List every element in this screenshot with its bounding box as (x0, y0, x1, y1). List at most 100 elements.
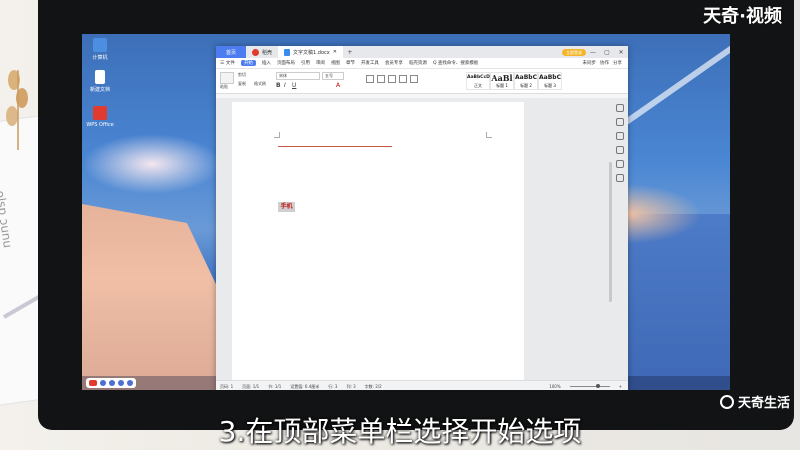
margin-marker (274, 132, 280, 138)
selected-text[interactable]: 手机 (278, 202, 295, 212)
style-preview: AaBl (491, 73, 513, 83)
desktop-icon-wps[interactable]: WPS Office (86, 106, 114, 128)
docer-icon (252, 48, 259, 56)
underline-button[interactable]: U (292, 82, 296, 89)
status-page: 页码: 1 (220, 383, 234, 389)
style-preview: AaBbCcDd (467, 75, 494, 80)
menu-developer[interactable]: 开发工具 (361, 60, 379, 66)
layers-icon[interactable] (616, 132, 624, 140)
style-name: 正文 (474, 83, 482, 88)
font-color-button[interactable]: A (336, 82, 340, 89)
taskbar-tray[interactable] (86, 378, 136, 388)
zoom-in-icon[interactable]: + (619, 384, 628, 389)
paste-button[interactable]: 粘贴 (220, 84, 228, 90)
menu-references[interactable]: 引用 (301, 60, 310, 66)
sync-status[interactable]: 未同步 (583, 60, 597, 66)
status-row: 行: 3 (328, 383, 338, 389)
zoom-slider[interactable] (569, 384, 610, 388)
tab-document-label: 文字文稿1.docx (293, 49, 330, 56)
status-setting: 设置值: 6.4厘米 (290, 383, 320, 389)
style-preview: AaBbC (539, 74, 561, 81)
style-heading-1[interactable]: AaBl 标题 1 (490, 72, 514, 90)
watermark-logo-icon (719, 394, 734, 409)
document-icon (95, 70, 105, 84)
tray-icon[interactable] (109, 380, 115, 386)
style-heading-2[interactable]: AaBbC 标题 2 (514, 72, 538, 90)
tray-icon[interactable] (127, 380, 133, 386)
menu-right-group: 未同步 协作 分享 (583, 60, 629, 66)
italic-button[interactable]: I (284, 82, 286, 89)
font-size-select[interactable]: 五号 (322, 72, 344, 80)
wps-logo-icon (93, 106, 107, 120)
bold-button[interactable]: B (276, 82, 281, 89)
tray-icon[interactable] (100, 380, 106, 386)
menu-page-layout[interactable]: 页面布局 (277, 60, 295, 66)
minimize-button[interactable]: — (586, 49, 600, 56)
watermark-bottom: 天奇生活 (719, 392, 790, 411)
paper-text: olsp ɔunu (0, 189, 15, 249)
desktop-icon-new-document[interactable]: 新建文档 (86, 70, 114, 93)
close-button[interactable]: ✕ (614, 49, 628, 56)
cut-button[interactable]: 剪切 (238, 72, 246, 78)
zoom-slider-handle[interactable] (595, 384, 600, 388)
style-heading-3[interactable]: AaBbC 标题 3 (538, 72, 562, 90)
format-painter-button[interactable]: 格式刷 (254, 81, 266, 87)
vertical-scrollbar[interactable] (609, 162, 612, 302)
ribbon-toolbar: 粘贴 剪切 复制 格式刷 宋体 五号 B I U A AaBbCcDd 正文 A… (216, 69, 628, 94)
line-spacing-icon[interactable] (410, 75, 418, 83)
image-icon[interactable] (616, 160, 624, 168)
menu-view[interactable]: 视图 (331, 60, 340, 66)
style-preview: AaBbC (515, 74, 537, 81)
command-search[interactable]: Q 查找命令、搜索模板 (433, 60, 478, 66)
desktop-icon-label: 计算机 (92, 55, 108, 61)
style-normal[interactable]: AaBbCcDd 正文 (466, 72, 494, 90)
copy-button[interactable]: 复制 (238, 81, 246, 87)
cursor-icon[interactable] (616, 118, 624, 126)
margin-marker (486, 132, 492, 138)
paste-icon[interactable] (220, 72, 234, 84)
title-bar: 首页 稻壳 文字文稿1.docx ✕ + 立即登录 — ▢ ✕ (216, 46, 628, 58)
sogou-icon[interactable] (89, 380, 97, 386)
computer-icon (93, 38, 107, 52)
menu-bar: 三 文件 开始 插入 页面布局 引用 审阅 视图 章节 开发工具 会员专享 稻壳… (216, 58, 628, 69)
share-button[interactable]: 分享 (613, 60, 622, 66)
menu-member[interactable]: 会员专享 (385, 60, 403, 66)
tab-close-icon[interactable]: ✕ (333, 49, 337, 55)
pen-tool-icon[interactable] (616, 104, 624, 112)
collaborate-button[interactable]: 协作 (600, 60, 609, 66)
zoom-level[interactable]: 100% (549, 384, 560, 389)
tab-home[interactable]: 首页 (216, 46, 246, 58)
status-column: 列: 3 (346, 383, 356, 389)
tray-icon[interactable] (118, 380, 124, 386)
justify-icon[interactable] (399, 75, 407, 83)
status-pages: 页面: 1/1 (242, 383, 260, 389)
video-caption: 3.在顶部菜单栏选择开始选项 (218, 415, 582, 448)
tab-docer[interactable]: 稻壳 (246, 46, 278, 58)
status-word-count[interactable]: 字数: 2/2 (365, 384, 382, 390)
tab-document[interactable]: 文字文稿1.docx ✕ (278, 46, 343, 58)
menu-start[interactable]: 开始 (240, 60, 256, 66)
settings-icon[interactable] (616, 174, 624, 182)
tab-home-label: 首页 (225, 49, 236, 56)
menu-file[interactable]: 三 文件 (220, 60, 235, 66)
paragraph-tools (366, 75, 456, 85)
watermark-top: 天奇·视频 (703, 6, 782, 27)
menu-review[interactable]: 审阅 (316, 60, 325, 66)
edit-icon[interactable] (616, 146, 624, 154)
wps-window: 首页 稻壳 文字文稿1.docx ✕ + 立即登录 — ▢ ✕ 三 文件 开始 … (216, 46, 628, 390)
menu-insert[interactable]: 插入 (262, 60, 271, 66)
maximize-button[interactable]: ▢ (600, 49, 614, 56)
align-center-icon[interactable] (377, 75, 385, 83)
desktop-icon-label: 新建文档 (89, 87, 110, 93)
align-left-icon[interactable] (366, 75, 374, 83)
status-bar: 页码: 1 页面: 1/1 节: 1/1 设置值: 6.4厘米 行: 3 列: … (216, 380, 628, 390)
document-page[interactable]: 手机 (232, 102, 524, 380)
menu-chapter[interactable]: 章节 (346, 60, 355, 66)
menu-docer-resources[interactable]: 稻壳资源 (409, 60, 427, 66)
align-right-icon[interactable] (388, 75, 396, 83)
font-select[interactable]: 宋体 (276, 72, 320, 80)
login-button[interactable]: 立即登录 (562, 48, 586, 56)
desktop-icon-computer[interactable]: 计算机 (86, 38, 114, 61)
new-tab-button[interactable]: + (343, 49, 357, 56)
tab-docer-label: 稻壳 (262, 49, 273, 56)
